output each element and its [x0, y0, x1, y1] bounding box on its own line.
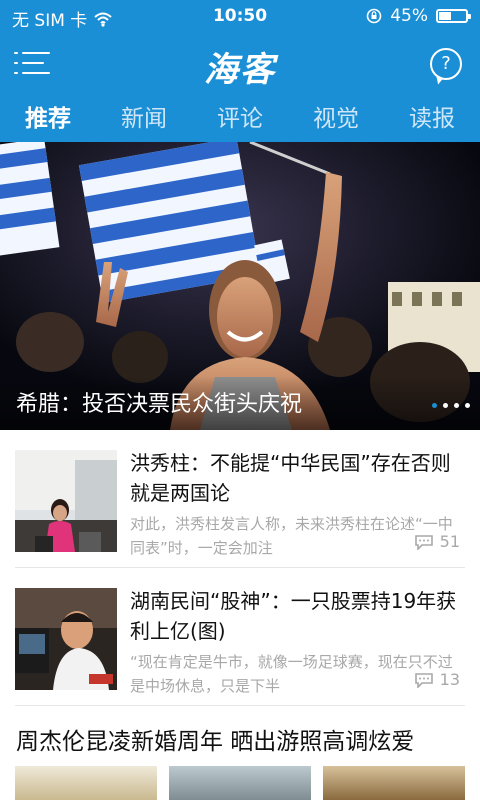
comment-count-value: 51: [439, 532, 460, 551]
hero-banner[interactable]: 希腊：投否决票民众街头庆祝: [0, 142, 480, 430]
help-button[interactable]: ?: [430, 48, 462, 80]
rotation-lock-icon: [366, 8, 382, 24]
tab-visual[interactable]: 视觉: [288, 96, 384, 142]
category-tabs: 推荐 新闻 评论 视觉 读报: [0, 96, 480, 142]
news-item[interactable]: 洪秀柱：不能提“中华民国”存在否则就是两国论 对此，洪秀柱发言人称，未来洪秀柱在…: [0, 430, 480, 566]
featured-image[interactable]: [323, 766, 465, 800]
battery-percent: 45%: [390, 6, 428, 26]
app-bar: 海客 ?: [0, 34, 480, 96]
help-icon: ?: [441, 53, 451, 74]
news-title: 湖南民间“股神”：一只股票持19年获利上亿(图): [130, 589, 457, 643]
hero-caption: 希腊：投否决票民众街头庆祝: [16, 392, 303, 417]
status-right: 45%: [366, 6, 471, 26]
tab-comment[interactable]: 评论: [192, 96, 288, 142]
status-bar: 无 SIM 卡 10:50 45%: [0, 0, 480, 34]
carousel-dot: [454, 403, 459, 408]
battery-fill: [439, 12, 451, 20]
comment-icon: [414, 534, 433, 550]
featured-headline[interactable]: 周杰伦昆凌新婚周年 晒出游照高调炫爱: [16, 722, 466, 756]
news-title: 洪秀柱：不能提“中华民国”存在否则就是两国论: [130, 451, 451, 505]
battery-icon: [436, 9, 471, 23]
featured-image[interactable]: [169, 766, 311, 800]
carousel-dot: [443, 403, 448, 408]
carousel-indicator: [432, 403, 470, 408]
carousel-dot: [465, 403, 470, 408]
comment-icon: [414, 672, 433, 688]
news-summary: “现在肯定是牛市，就像一场足球赛，现在只不过是中场休息，只是下半: [130, 653, 453, 695]
comment-count-value: 13: [439, 670, 460, 689]
carousel-dot: [432, 403, 437, 408]
app-logo: 海客: [204, 50, 276, 90]
comment-count: 51: [414, 532, 460, 551]
news-summary: 对此，洪秀柱发言人称，未来洪秀柱在论述“一中同表”时，一定会加注: [130, 515, 453, 557]
comment-count: 13: [414, 670, 460, 689]
divider: [15, 705, 465, 706]
news-thumbnail: [15, 450, 117, 552]
featured-image[interactable]: [15, 766, 157, 800]
tab-news[interactable]: 新闻: [96, 96, 192, 142]
news-thumbnail: [15, 588, 117, 690]
news-item[interactable]: 湖南民间“股神”：一只股票持19年获利上亿(图) “现在肯定是牛市，就像一场足球…: [0, 568, 480, 704]
tab-recommend[interactable]: 推荐: [0, 96, 96, 142]
tab-newspaper[interactable]: 读报: [384, 96, 480, 142]
